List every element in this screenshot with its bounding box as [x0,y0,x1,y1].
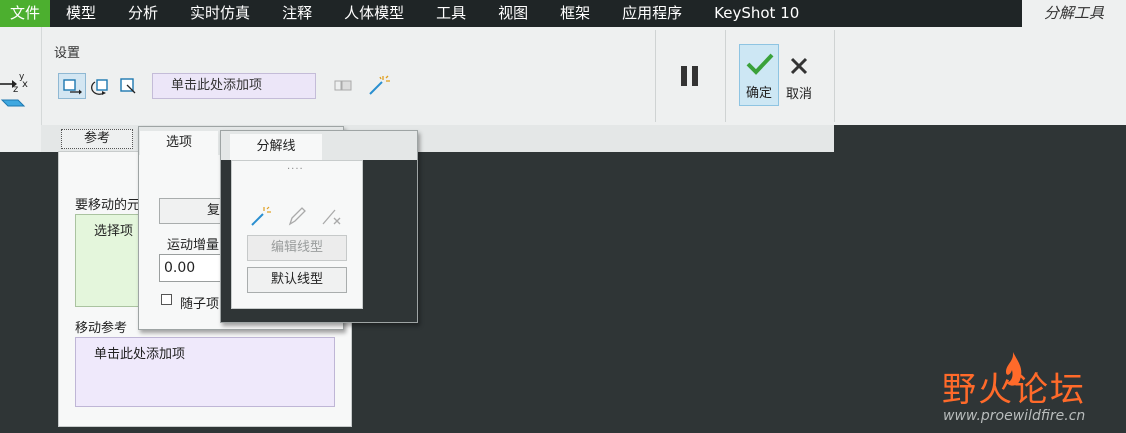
coordinate-axes-icon[interactable]: y z x [0,70,32,108]
move-reference-label: 移动参考 [75,321,128,336]
tab-explode-tool[interactable]: 分解工具 [1021,0,1126,27]
svg-text:z: z [13,84,18,95]
move-items-label: 要移动的元 [75,198,141,213]
confirm-label: 确定 [745,86,772,101]
tab-tools[interactable]: 工具 [420,0,482,27]
ribbon-tab-bar: 文件 模型 分析 实时仿真 注释 人体模型 工具 视图 框架 应用程序 KeyS… [0,0,1126,27]
explode-line-wand-icon[interactable] [366,72,392,98]
delete-line-icon[interactable] [320,204,344,228]
tab-view[interactable]: 视图 [482,0,544,27]
motion-increment-input[interactable]: 0.00 [159,254,225,282]
tab-realtime-simulation[interactable]: 实时仿真 [174,0,266,27]
tab-annotate[interactable]: 注释 [266,0,328,27]
tab-explode-lines[interactable]: 分解线 [230,134,322,160]
tab-options[interactable]: 选项 [140,131,218,157]
default-line-style-button[interactable]: 默认线型 [247,267,347,293]
ribbon-separator [834,30,835,122]
cancel-label: 取消 [785,87,812,102]
tab-keyshot[interactable]: KeyShot 10 [698,0,815,27]
translate-mode-icon[interactable] [58,73,86,99]
ribbon-separator [725,30,726,122]
settings-group-label: 设置 [54,46,81,61]
tab-framework[interactable]: 框架 [544,0,606,27]
tab-model[interactable]: 模型 [50,0,112,27]
move-items-collector[interactable]: 选择项 [75,214,145,307]
follow-children-label: 随子项 [180,297,220,312]
svg-text:x: x [22,79,28,90]
rotate-mode-icon[interactable] [89,73,113,99]
drag-grip[interactable]: .... [287,161,304,172]
ribbon-separator [655,30,656,122]
watermark-url: www.proewildfire.cn [943,408,1086,424]
copy-position-button[interactable]: 复 [159,198,225,224]
pause-icon[interactable] [676,62,704,90]
check-icon [746,53,774,75]
tab-human-model[interactable]: 人体模型 [328,0,420,27]
tab-file[interactable]: 文件 [0,0,51,27]
move-reference-collector[interactable]: 单击此处添加项 [75,337,335,407]
create-line-wand-icon[interactable] [249,204,273,228]
select-item-text: 选择项 [94,224,134,239]
tab-reference[interactable]: 参考 [61,129,133,149]
tab-applications[interactable]: 应用程序 [606,0,698,27]
follow-children-checkbox[interactable] [161,294,172,305]
confirm-button[interactable]: 确定 [739,44,779,106]
edit-line-style-button[interactable]: 编辑线型 [247,235,347,261]
close-icon [790,57,808,75]
toggle-display-icon[interactable] [332,75,354,97]
tab-analysis[interactable]: 分析 [112,0,174,27]
add-item-text: 单击此处添加项 [94,347,186,362]
ribbon-strip-left [0,125,41,152]
motion-increment-label: 运动增量 [167,238,220,253]
cancel-button[interactable]: 取消 [781,44,817,106]
view-plane-mode-icon[interactable] [117,73,139,99]
reference-collector[interactable]: 单击此处添加项 [152,73,316,99]
edit-line-pencil-icon[interactable] [285,204,309,228]
flame-icon [1006,352,1022,386]
